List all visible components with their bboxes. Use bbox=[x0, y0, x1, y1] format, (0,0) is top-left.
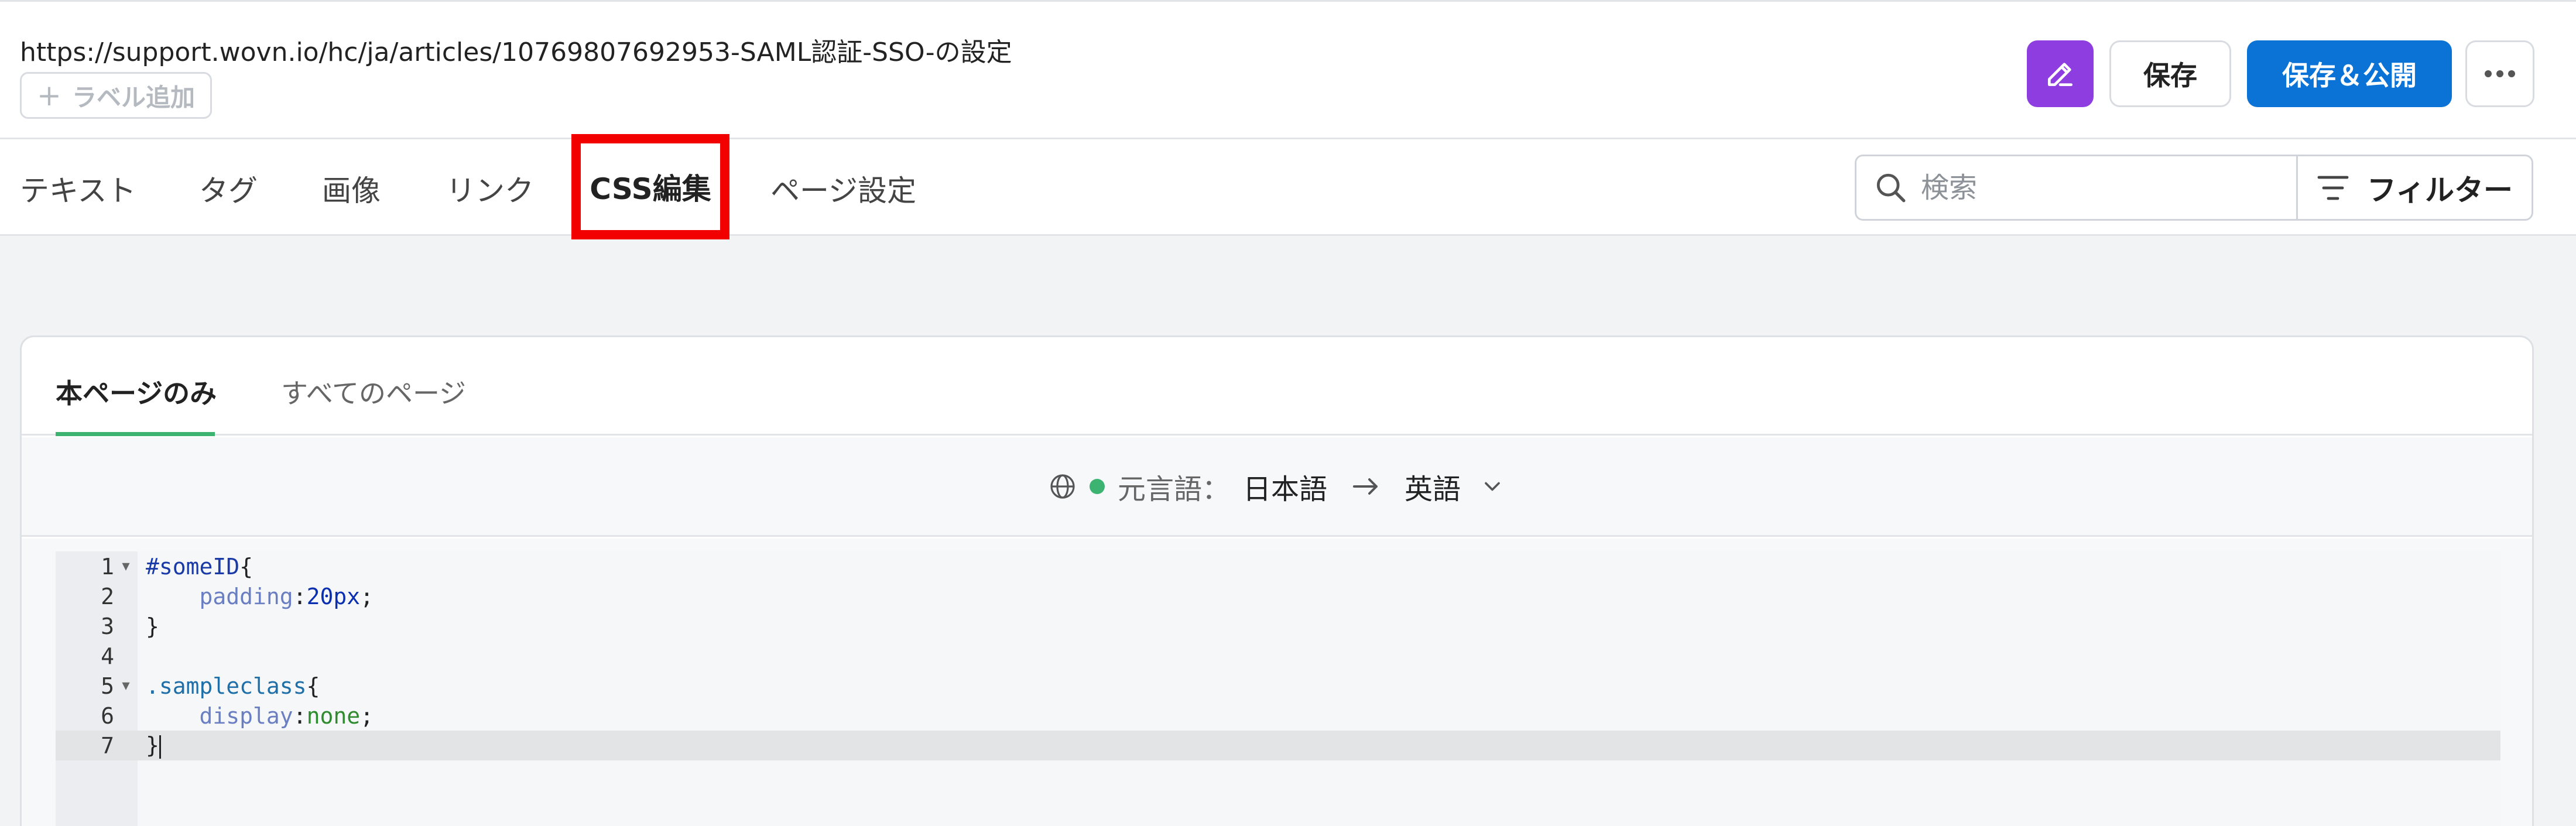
arrow-right-icon bbox=[1353, 478, 1378, 495]
code-text: } bbox=[146, 613, 159, 639]
source-language-label: 元言語： bbox=[1117, 472, 1230, 506]
tab-css-edit-label: CSS編集 bbox=[590, 172, 711, 206]
line-number: 2 bbox=[101, 583, 114, 609]
tab-images[interactable]: 画像 bbox=[322, 167, 381, 210]
save-button[interactable]: 保存 bbox=[2109, 40, 2231, 107]
code-line: 3 } bbox=[56, 611, 2500, 641]
search-box[interactable] bbox=[1855, 155, 2300, 221]
target-language: 英語 bbox=[1405, 472, 1461, 506]
tab-links[interactable]: リンク bbox=[446, 167, 534, 210]
language-selector[interactable]: 元言語： 日本語 英語 bbox=[22, 437, 2532, 537]
code-text: #someID{ bbox=[146, 553, 254, 580]
filter-icon bbox=[2317, 176, 2349, 200]
code-text: padding:20px; bbox=[199, 583, 374, 609]
filter-button[interactable]: フィルター bbox=[2296, 155, 2533, 221]
edit-button[interactable] bbox=[2027, 40, 2094, 107]
css-code-editor[interactable]: 1 ▼ #someID{ 2 padding:20px; 3 } 4 5 ▼ .… bbox=[56, 551, 2500, 826]
code-line: 2 padding:20px; bbox=[56, 581, 2500, 611]
line-number: 5 bbox=[101, 673, 114, 699]
code-line: 4 bbox=[56, 641, 2500, 671]
pencil-icon bbox=[2048, 63, 2073, 87]
line-number: 4 bbox=[101, 643, 114, 669]
code-line: 5 ▼ .sampleclass{ bbox=[56, 671, 2500, 701]
status-dot bbox=[1089, 478, 1105, 494]
tab-tags[interactable]: タグ bbox=[199, 167, 258, 210]
plus-icon: + bbox=[37, 78, 61, 112]
filter-label: フィルター bbox=[2367, 173, 2513, 207]
code-text: } bbox=[138, 732, 161, 759]
search-icon bbox=[1876, 173, 1906, 202]
chevron-down-icon bbox=[1485, 482, 1500, 491]
line-number: 6 bbox=[101, 702, 114, 729]
fold-arrow-icon[interactable]: ▼ bbox=[114, 559, 138, 574]
code-text: display:none; bbox=[199, 702, 374, 729]
text-cursor bbox=[159, 735, 161, 759]
code-line-current: 7 } bbox=[56, 731, 2500, 760]
search-input[interactable] bbox=[1921, 171, 2249, 204]
source-language: 日本語 bbox=[1242, 472, 1327, 506]
save-and-publish-button[interactable]: 保存＆公開 bbox=[2247, 40, 2452, 107]
code-line: 1 ▼ #someID{ bbox=[56, 551, 2500, 581]
tab-all-pages[interactable]: すべてのページ bbox=[281, 372, 466, 411]
line-number: 7 bbox=[101, 732, 114, 759]
add-label-text: ラベル追加 bbox=[71, 83, 195, 112]
line-number: 1 bbox=[101, 553, 114, 580]
active-tab-indicator bbox=[56, 432, 215, 436]
more-icon bbox=[2485, 70, 2515, 77]
page-header: https://support.wovn.io/hc/ja/articles/1… bbox=[0, 0, 2576, 139]
line-number: 3 bbox=[101, 613, 114, 639]
css-scope-tabs: 本ページのみ すべてのページ bbox=[22, 337, 2532, 436]
tab-page-settings[interactable]: ページ設定 bbox=[770, 167, 916, 210]
code-line: 6 display:none; bbox=[56, 701, 2500, 731]
css-editor-area: 1 ▼ #someID{ 2 padding:20px; 3 } 4 5 ▼ .… bbox=[22, 539, 2532, 826]
code-text: .sampleclass{ bbox=[146, 673, 320, 699]
tab-css-edit[interactable]: CSS編集 bbox=[571, 134, 729, 239]
css-edit-panel: 本ページのみ すべてのページ 元言語： 日本語 英語 1 ▼ #someID{ bbox=[20, 335, 2534, 826]
add-label-button[interactable]: + ラベル追加 bbox=[20, 72, 212, 119]
page-url: https://support.wovn.io/hc/ja/articles/1… bbox=[20, 37, 1012, 67]
more-options-button[interactable] bbox=[2465, 40, 2534, 107]
fold-arrow-icon[interactable]: ▼ bbox=[114, 678, 138, 693]
globe-icon bbox=[1050, 474, 1075, 499]
tab-text[interactable]: テキスト bbox=[20, 167, 136, 210]
tab-this-page-only[interactable]: 本ページのみ bbox=[56, 372, 217, 411]
